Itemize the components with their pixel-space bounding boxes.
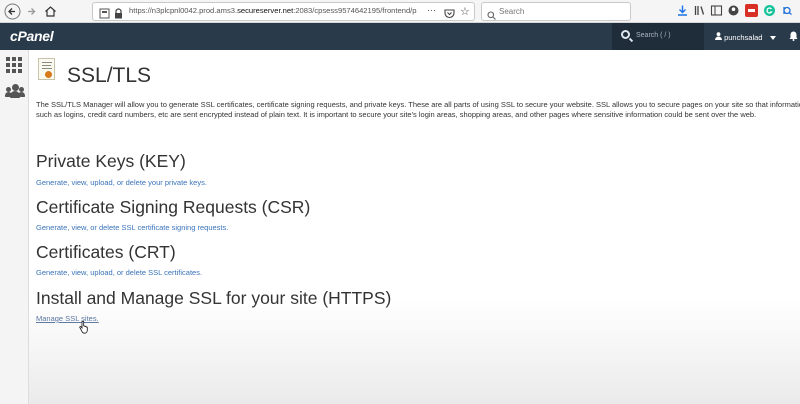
user-icon xyxy=(715,32,724,42)
back-icon[interactable] xyxy=(4,3,21,20)
intro-text: The SSL/TLS Manager will allow you to ge… xyxy=(36,100,800,119)
username-label: punchsalad xyxy=(724,33,763,42)
browser-toolbar: https://n3plcpnl0042.prod.ams3.secureser… xyxy=(0,0,800,23)
page-title: SSL/TLS xyxy=(67,64,152,87)
certificate-icon xyxy=(38,58,55,80)
pocket-icon[interactable] xyxy=(444,6,455,24)
iq-extension-icon[interactable] xyxy=(781,4,794,17)
url-domain: secureserver.net xyxy=(237,6,294,15)
lock-icon xyxy=(114,6,123,24)
cpanel-search-placeholder: Search ( / ) xyxy=(636,32,671,39)
browser-search-placeholder: Search xyxy=(499,7,525,16)
library-icon[interactable] xyxy=(693,4,706,17)
users-icon[interactable] xyxy=(5,84,25,98)
forward-icon[interactable] xyxy=(23,3,40,20)
bookmark-star-icon[interactable]: ☆ xyxy=(460,5,470,18)
private-keys-link[interactable]: Generate, view, upload, or delete your p… xyxy=(36,178,207,187)
tools-grid-icon[interactable] xyxy=(6,57,23,73)
section-title-csr: Certificate Signing Requests (CSR) xyxy=(36,197,311,217)
user-menu[interactable]: punchsalad xyxy=(715,32,776,42)
url-text: https://n3plcpnl0042.prod.ams3.secureser… xyxy=(129,6,417,15)
caret-down-icon xyxy=(769,33,776,42)
cpanel-search-input[interactable]: Search ( / ) xyxy=(612,23,704,50)
sidebar-toggle-icon[interactable] xyxy=(710,4,723,17)
page-info-icon[interactable] xyxy=(99,6,110,24)
section-title-private-keys: Private Keys (KEY) xyxy=(36,151,186,171)
manage-ssl-sites-link[interactable]: Manage SSL sites. xyxy=(36,314,99,323)
left-sidebar xyxy=(0,50,29,404)
url-suffix: :2083/cpsess9574642195/frontend/pa xyxy=(293,6,417,15)
page-actions-icon[interactable]: ··· xyxy=(427,5,436,15)
section-title-install-ssl: Install and Manage SSL for your site (HT… xyxy=(36,288,392,308)
certificates-link[interactable]: Generate, view, upload, or delete SSL ce… xyxy=(36,268,202,277)
bell-icon[interactable] xyxy=(789,31,798,43)
hand-cursor-icon xyxy=(79,320,88,334)
search-icon xyxy=(621,30,630,39)
url-prefix: https://n3plcpnl0042.prod.ams3. xyxy=(129,6,238,15)
section-title-certificates: Certificates (CRT) xyxy=(36,242,176,262)
url-bar[interactable]: https://n3plcpnl0042.prod.ams3.secureser… xyxy=(92,2,475,21)
home-icon[interactable] xyxy=(42,3,59,20)
browser-search-bar[interactable]: Search xyxy=(481,2,631,21)
grammarly-icon[interactable] xyxy=(763,4,776,17)
account-icon[interactable] xyxy=(727,4,740,17)
cpanel-header: cPanel Search ( / ) punchsalad xyxy=(0,23,800,50)
main-content: SSL/TLS The SSL/TLS Manager will allow y… xyxy=(29,50,800,404)
cpanel-logo[interactable]: cPanel xyxy=(10,28,54,44)
download-icon[interactable] xyxy=(676,4,689,17)
csr-link[interactable]: Generate, view, or delete SSL certificat… xyxy=(36,223,228,232)
extension-red-icon[interactable] xyxy=(745,4,758,17)
